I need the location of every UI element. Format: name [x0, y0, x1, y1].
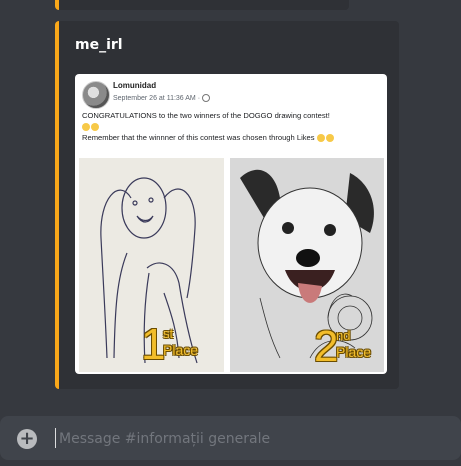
globe-icon [202, 94, 211, 102]
place-suffix: st [163, 326, 174, 341]
place-number: 1 [141, 320, 166, 369]
post-date: September 26 at 11:36 AM · [113, 94, 211, 102]
place-suffix: nd [336, 328, 351, 343]
realistic-dog-drawing [230, 158, 384, 372]
laughing-emoji-icon [82, 123, 90, 131]
embed-title[interactable]: me_irl [75, 37, 123, 53]
post-date-text: September 26 at 11:36 AM · [113, 94, 201, 102]
post-author: Lomunidad [113, 81, 157, 90]
place-word: Place [336, 344, 372, 360]
plus-circle-icon[interactable]: + [17, 429, 37, 449]
post-emoji-line [82, 121, 380, 132]
post-text: CONGRATULATIONS to the two winners of th… [82, 110, 380, 143]
message-input[interactable] [57, 424, 441, 454]
text-caret [55, 428, 56, 448]
sad-emoji-icon [316, 134, 325, 142]
post-text-line3-text: Remember that the winnner of this contes… [82, 133, 315, 142]
sad-emoji-icon [325, 134, 334, 142]
embed-image[interactable]: Lomunidad September 26 at 11:36 AM · CON… [75, 74, 387, 374]
second-place-drawing: 2 nd Place [230, 158, 384, 372]
first-place-drawing: 1 st Place [79, 158, 224, 372]
message-composer: + [0, 416, 461, 460]
post-text-line1: CONGRATULATIONS to the two winners of th… [82, 111, 330, 120]
avatar [82, 81, 110, 109]
place-number: 2 [314, 322, 339, 371]
post-text-line3: Remember that the winnner of this contes… [82, 132, 380, 143]
place-word: Place [163, 342, 199, 358]
previous-embed [55, 0, 349, 10]
reddit-embed: me_irl Lomunidad September 26 at 11:36 A… [55, 21, 399, 389]
laughing-emoji-icon [91, 123, 99, 131]
